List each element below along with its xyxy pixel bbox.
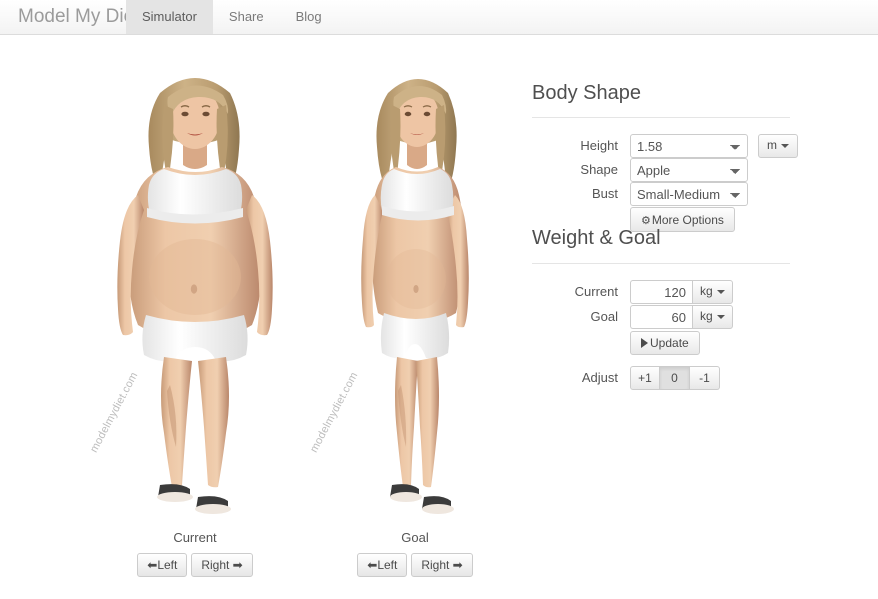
figure-goal: modelmydiet.com Goal ⬅Left Right ➡	[300, 35, 530, 599]
rotate-left-current-button[interactable]: ⬅Left	[137, 553, 188, 577]
tab-blog[interactable]: Blog	[280, 0, 338, 34]
current-weight-row: Current kg	[520, 280, 878, 304]
rotate-right-current-button[interactable]: Right ➡	[191, 553, 253, 577]
rotate-left-goal-button[interactable]: ⬅Left	[357, 553, 408, 577]
bust-control: Small-Medium	[630, 182, 748, 206]
bust-row: Bust Small-Medium	[520, 182, 878, 206]
height-select[interactable]: 1.58	[630, 134, 748, 158]
adjust-plus-one-button[interactable]: +1	[630, 366, 660, 390]
adjust-minus-one-button[interactable]: -1	[690, 366, 720, 390]
update-button[interactable]: Update	[630, 331, 700, 355]
rotate-controls-current: ⬅Left Right ➡	[80, 553, 310, 577]
rotate-right-current-label: Right	[201, 558, 230, 572]
goal-weight-label: Goal	[590, 309, 618, 324]
bust-select[interactable]: Small-Medium	[630, 182, 748, 206]
body-shape-divider	[532, 117, 790, 118]
tab-share[interactable]: Share	[213, 0, 280, 34]
body-shape-title: Body Shape	[532, 82, 641, 104]
gear-icon: ⚙	[641, 214, 651, 227]
more-options-label: More Options	[651, 212, 724, 227]
adjust-button-group: +1 0 -1	[630, 366, 720, 390]
shape-control: Apple	[630, 158, 748, 182]
shape-label: Shape	[580, 162, 618, 177]
adjust-row: Adjust +1 0 -1	[520, 366, 878, 390]
rotate-right-goal-label: Right	[421, 558, 450, 572]
chevron-down-icon	[781, 143, 789, 148]
adjust-label: Adjust	[581, 370, 618, 385]
update-label: Update	[650, 335, 689, 350]
nav-tabs: Simulator Share Blog	[126, 0, 338, 34]
rotate-left-goal-label: Left	[377, 558, 398, 572]
height-row: Height 1.58 m	[520, 134, 878, 158]
current-weight-unit-label: kg	[700, 284, 713, 298]
weight-goal-title: Weight & Goal	[532, 227, 661, 249]
figure-current: modelmydiet.com Current ⬅Left Right ➡	[80, 35, 310, 599]
adjust-zero-button[interactable]: 0	[660, 366, 690, 390]
bust-label: Bust	[591, 186, 618, 201]
caption-current: Current	[173, 530, 217, 545]
current-weight-unit-button[interactable]: kg	[692, 280, 733, 304]
goal-weight-unit-label: kg	[700, 309, 713, 323]
goal-weight-unit-button[interactable]: kg	[692, 305, 733, 329]
current-weight-input[interactable]	[630, 280, 692, 304]
height-label: Height	[580, 138, 618, 153]
goal-weight-row: Goal kg	[520, 305, 878, 329]
rotate-left-current-label: Left	[157, 558, 178, 572]
play-icon	[641, 337, 648, 348]
navbar: Model My Diet Simulator Share Blog	[0, 0, 878, 35]
shape-select[interactable]: Apple	[630, 158, 748, 182]
current-weight-label: Current	[574, 284, 618, 299]
chevron-down-icon	[716, 314, 725, 319]
height-control: 1.58 m	[630, 134, 798, 158]
caption-goal: Goal	[401, 530, 429, 545]
tab-simulator[interactable]: Simulator	[126, 0, 213, 34]
control-panel: Body Shape Height 1.58 m Shape Apple Bus…	[520, 35, 878, 599]
rotate-right-goal-button[interactable]: Right ➡	[411, 553, 473, 577]
figures-area: modelmydiet.com Current ⬅Left Right ➡ mo…	[0, 35, 520, 599]
rotate-controls-goal: ⬅Left Right ➡	[300, 553, 530, 577]
height-unit-label: m	[767, 138, 777, 152]
goal-weight-input[interactable]	[630, 305, 692, 329]
avatar-goal[interactable]	[300, 45, 530, 525]
avatar-current[interactable]	[80, 45, 310, 525]
height-unit-button[interactable]: m	[758, 134, 798, 158]
shape-row: Shape Apple	[520, 158, 878, 182]
weight-goal-divider	[532, 263, 790, 264]
chevron-down-icon	[716, 289, 725, 294]
